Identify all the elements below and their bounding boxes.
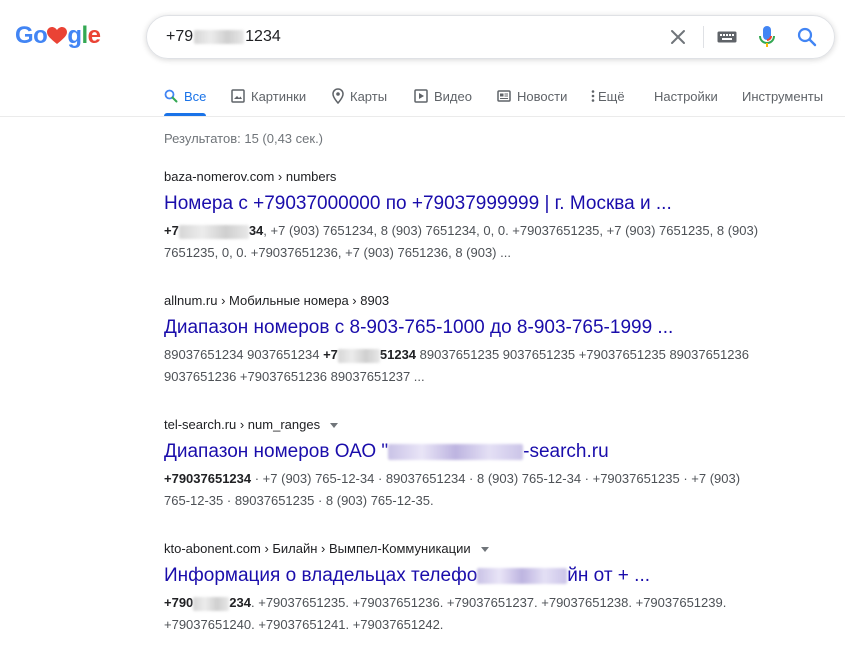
- redacted-text: [388, 443, 524, 460]
- tab-settings[interactable]: Настройки: [654, 78, 718, 114]
- result-breadcrumb-text: tel-search.ru › num_ranges: [164, 417, 321, 432]
- result-snippet: +7 34, +7 (903) 7651234, 8 (903) 7651234,…: [164, 220, 764, 264]
- snippet-bold-pre: +7: [323, 347, 338, 362]
- logo-text-pre: Go: [15, 22, 48, 49]
- snippet-bold-pre: +7: [164, 223, 179, 238]
- title-post: йн от + ...: [567, 565, 651, 586]
- voice-search-button[interactable]: [755, 25, 779, 49]
- result-breadcrumb[interactable]: kto-abonent.com › Билайн › Вымпел-Коммун…: [164, 540, 804, 558]
- tab-all[interactable]: Все: [164, 78, 207, 116]
- image-icon: [231, 89, 245, 103]
- map-pin-icon: [332, 88, 344, 104]
- result-snippet: +79037651234 · +7 (903) 765-12-34 · 8903…: [164, 468, 764, 512]
- result-snippet: 89037651234 9037651234 +7 51234 890376512…: [164, 344, 764, 388]
- redacted-number: [178, 224, 249, 239]
- redacted-text: [477, 567, 568, 584]
- query-prefix: +79: [166, 28, 194, 45]
- snippet-bold-post: 51234: [379, 347, 417, 362]
- snippet-bold-pre: +790: [164, 595, 194, 610]
- tab-news[interactable]: Новости: [497, 78, 567, 114]
- tab-settings-label: Настройки: [654, 88, 718, 104]
- result-snippet: +790 234. +79037651235. +79037651236. +79…: [164, 592, 764, 636]
- result-breadcrumb-text: kto-abonent.com › Билайн › Вымпел-Коммун…: [164, 541, 471, 556]
- tab-news-label: Новости: [517, 88, 568, 104]
- title-post: -search.ru: [523, 441, 609, 462]
- tab-video-label: Видео: [434, 88, 472, 104]
- result-title-link[interactable]: Номера с +79037000000 по +79037999999 | …: [164, 192, 804, 216]
- result-title-link[interactable]: Диапазон номеров ОАО " -search.ru: [164, 440, 804, 464]
- query-suffix: 1234: [245, 28, 281, 45]
- chevron-down-icon[interactable]: [330, 422, 339, 428]
- close-icon: [671, 30, 685, 44]
- heart-icon: [47, 27, 68, 44]
- chevron-down-icon[interactable]: [480, 546, 489, 552]
- search-box[interactable]: +79 1234: [146, 15, 835, 59]
- google-logo[interactable]: Go gle: [15, 22, 101, 50]
- tab-tools[interactable]: Инструменты: [742, 78, 823, 114]
- query-redacted: [194, 30, 245, 44]
- title-pre: Информация о владельцах телефо: [164, 565, 478, 586]
- news-icon: [497, 90, 511, 102]
- microphone-icon: [759, 26, 775, 47]
- tab-tools-label: Инструменты: [742, 88, 824, 104]
- more-vert-icon: [591, 90, 595, 102]
- redacted-number: [337, 348, 380, 363]
- search-result: tel-search.ru › num_ranges Диапазон номе…: [164, 416, 804, 512]
- result-breadcrumb[interactable]: allnum.ru › Мобильные номера › 8903: [164, 292, 804, 310]
- tabs-divider: [0, 116, 845, 117]
- tab-video[interactable]: Видео: [414, 78, 472, 114]
- redacted-number: [193, 596, 230, 611]
- result-stats: Результатов: 15 (0,43 сек.): [164, 131, 324, 146]
- tab-all-label: Все: [184, 88, 207, 104]
- logo-text-post: gle: [67, 22, 101, 49]
- search-tabs: Все Картинки Карты Видео Новости Ещё Нас…: [0, 78, 845, 116]
- result-breadcrumb-text: baza-nomerov.com › numbers: [164, 169, 337, 184]
- result-title-link[interactable]: Диапазон номеров с 8-903-765-1000 до 8-9…: [164, 316, 804, 340]
- title-pre: Диапазон номеров ОАО ": [164, 441, 389, 462]
- keyboard-icon: [717, 31, 737, 43]
- result-title-link[interactable]: Информация о владельцах телефо йн от + ..…: [164, 564, 804, 588]
- snippet-bold: +79037651234: [164, 471, 252, 486]
- search-result: kto-abonent.com › Билайн › Вымпел-Коммун…: [164, 540, 804, 636]
- tab-images-label: Картинки: [251, 88, 307, 104]
- tab-maps-label: Карты: [350, 88, 388, 104]
- video-icon: [414, 89, 428, 103]
- search-input[interactable]: +79 1234: [166, 16, 281, 58]
- result-breadcrumb[interactable]: baza-nomerov.com › numbers: [164, 168, 804, 186]
- search-result: allnum.ru › Мобильные номера › 8903 Диап…: [164, 292, 804, 388]
- clear-button[interactable]: [666, 25, 690, 49]
- search-icon: [164, 89, 178, 103]
- search-result: baza-nomerov.com › numbers Номера с +790…: [164, 168, 804, 264]
- keyboard-button[interactable]: [715, 25, 739, 49]
- search-submit-button[interactable]: [795, 25, 819, 49]
- snippet-bold-post: 234: [229, 595, 251, 610]
- result-breadcrumb[interactable]: tel-search.ru › num_ranges: [164, 416, 804, 434]
- snippet-pre: 89037651234 9037651234: [164, 347, 324, 362]
- tab-more-label: Ещё: [598, 88, 625, 104]
- tab-maps[interactable]: Карты: [332, 78, 387, 114]
- result-breadcrumb-text: allnum.ru › Мобильные номера › 8903: [164, 293, 390, 308]
- snippet-bold-post: 34: [248, 223, 264, 238]
- tab-more[interactable]: Ещё: [591, 78, 625, 114]
- snippet-text: · +7 (903) 765-12-34 · 89037651234 · 8 (…: [164, 471, 741, 508]
- search-icon: [797, 27, 817, 47]
- tab-images[interactable]: Картинки: [231, 78, 306, 114]
- search-divider: [703, 26, 704, 48]
